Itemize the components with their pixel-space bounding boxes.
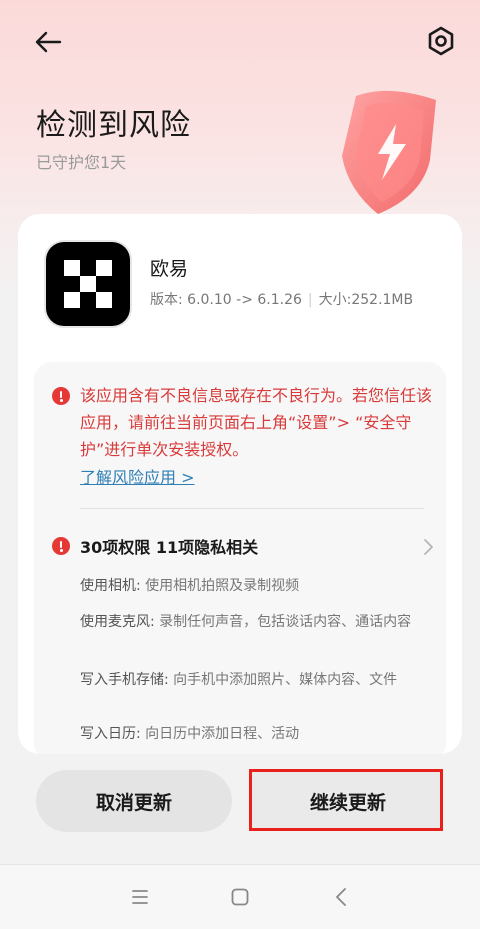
- permission-item: 写入手机存储: 向手机中添加照片、媒体内容、文件: [80, 672, 398, 688]
- divider: [80, 508, 424, 509]
- page-title: 检测到风险: [36, 108, 191, 143]
- permissions-summary: 30项权限 11项隐私相关: [80, 538, 259, 557]
- home-icon[interactable]: [228, 885, 252, 909]
- learn-risk-apps-link[interactable]: 了解风险应用 >: [80, 464, 195, 488]
- permission-item: 使用相机: 使用相机拍照及录制视频: [80, 578, 300, 594]
- meta-divider: |: [307, 292, 313, 308]
- app-name: 欧易: [150, 258, 189, 280]
- nav-back-icon[interactable]: [330, 885, 354, 909]
- warning-icon: [52, 387, 70, 405]
- app-version: 版本: 6.0.10 -> 6.1.26: [150, 292, 302, 308]
- system-navigation-bar: [0, 864, 480, 929]
- settings-gear-icon[interactable]: [424, 24, 458, 58]
- shield-lightning-icon: [342, 90, 436, 214]
- app-meta: 版本: 6.0.10 -> 6.1.26 | 大小:252.1MB: [150, 289, 413, 309]
- menu-icon[interactable]: [128, 885, 152, 909]
- permission-item: 使用麦克风: 录制任何声音，包括谈话内容、通话内容: [80, 614, 412, 630]
- risk-warning-text: 该应用含有不良信息或存在不良行为。若您信任该应用，请前往当前页面右上角“设置”>…: [80, 386, 433, 459]
- chevron-right-icon: [424, 539, 433, 555]
- cancel-update-button[interactable]: 取消更新: [36, 770, 232, 832]
- app-logo-icon: [46, 242, 130, 326]
- app-info-card: 欧易 版本: 6.0.10 -> 6.1.26 | 大小:252.1MB 该应用含有…: [18, 214, 462, 754]
- permission-item: 写入日历: 向日历中添加日程、活动: [80, 726, 300, 742]
- risk-details-panel: 该应用含有不良信息或存在不良行为。若您信任该应用，请前往当前页面右上角“设置”>…: [34, 362, 446, 754]
- app-size: 大小:252.1MB: [318, 292, 414, 308]
- back-arrow-icon[interactable]: [30, 24, 66, 60]
- protection-days: 已守护您1天: [36, 153, 127, 172]
- warning-icon: [52, 537, 70, 555]
- continue-update-button[interactable]: 继续更新: [252, 770, 444, 832]
